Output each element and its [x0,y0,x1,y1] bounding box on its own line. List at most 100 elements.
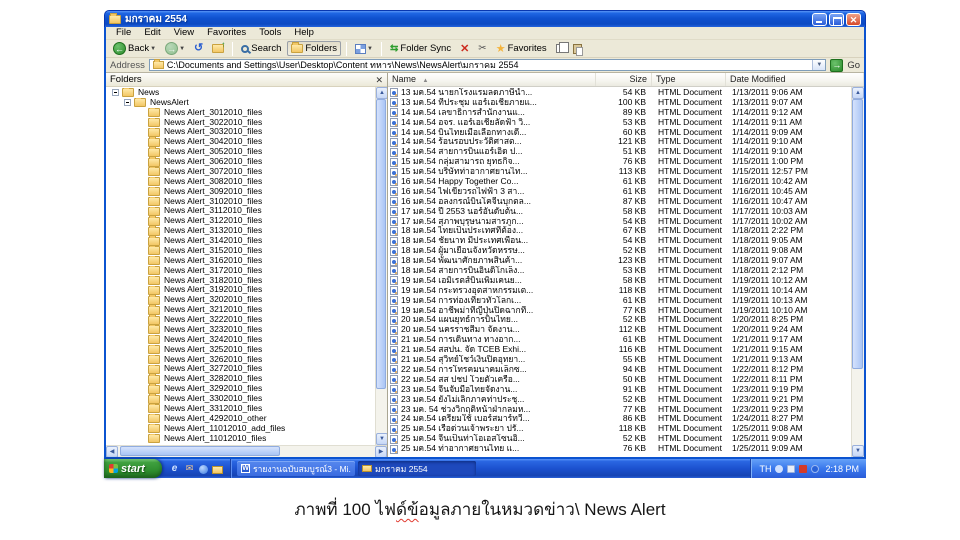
favorites-button[interactable]: ★ Favorites [493,41,550,56]
tree-item[interactable]: News Alert_3302010_files [106,394,375,404]
menu-item[interactable]: Tools [253,27,287,39]
tree-item[interactable]: News Alert_3112010_files [106,206,375,217]
tree-item[interactable]: News Alert_3122010_files [106,216,375,226]
outlook-mail-icon[interactable]: ✉ [184,463,195,474]
tree-item[interactable]: News Alert_3192010_files [106,285,375,296]
column-header-name[interactable]: Name ▲ [388,73,596,86]
tree-item[interactable]: News Alert_3132010_files [106,226,375,236]
tree-item[interactable]: News Alert_3052010_files [106,147,375,157]
scrollbar-thumb[interactable] [376,99,386,389]
network-icon[interactable] [787,464,796,473]
cut-button[interactable]: ✂ [475,42,489,55]
tree-item[interactable]: News Alert_3222010_files [106,315,375,325]
scrollbar-thumb[interactable] [852,99,863,369]
folder-sync-button[interactable]: ⇆ Folder Sync [387,42,454,55]
column-header-type[interactable]: Type [652,73,726,86]
search-button[interactable]: Search [238,42,284,55]
scroll-right-icon[interactable]: ▶ [375,446,387,457]
menu-item[interactable]: File [110,27,137,39]
tree-item[interactable]: News Alert_3292010_files [106,384,375,394]
paste-button[interactable] [570,43,585,56]
tree-item[interactable]: News Alert_3082010_files [106,176,375,187]
tree-item[interactable]: News Alert_3062010_files [106,157,375,167]
tree-item[interactable]: News Alert_3262010_files [106,354,375,365]
tree-vertical-scrollbar[interactable]: ▲ ▼ [375,87,387,445]
menu-item[interactable]: View [168,27,200,39]
internet-explorer-icon[interactable]: e [169,463,180,474]
tree-item[interactable]: News Alert_11012010_add_files [106,423,375,434]
antivirus-icon[interactable] [799,464,808,473]
tree-item[interactable]: News Alert_4292010_other [106,413,375,424]
taskbar-button-explorer[interactable]: มกราคม 2554 [358,461,476,476]
file-name: 23 มค.54 จีนจับมือไทยจัดงาน... [401,384,518,394]
forward-dropdown-icon[interactable]: ▼ [179,46,185,52]
menu-item[interactable]: Favorites [201,27,252,39]
go-button[interactable]: → [830,58,844,72]
tree-item[interactable]: News Alert_3172010_files [106,265,375,276]
scroll-up-icon[interactable]: ▲ [852,87,864,99]
scroll-left-icon[interactable]: ◀ [106,446,118,457]
tree-item[interactable]: News Alert_11012010_files [106,433,375,444]
tree-item[interactable]: News Alert_3232010_files [106,325,375,335]
tree-item[interactable]: News Alert_3252010_files [106,344,375,355]
copy-button[interactable] [553,42,569,54]
tree-horizontal-scrollbar[interactable]: ◀ ▶ [106,445,387,457]
tree-item[interactable]: News Alert_3012010_files [106,107,375,118]
scroll-up-icon[interactable]: ▲ [376,87,387,99]
scroll-down-icon[interactable]: ▼ [852,445,864,457]
list-vertical-scrollbar[interactable]: ▲ ▼ [851,87,864,457]
tree-item[interactable]: News Alert_3242010_files [106,334,375,345]
tree-item[interactable]: News Alert_3202010_files [106,295,375,305]
file-row[interactable]: 25 มค.54 ท่าอากาศยานไทย แ... 76 KB HTML … [388,443,851,454]
tree-item[interactable]: News Alert_3272010_files [106,364,375,375]
tree-item[interactable]: News Alert_3212010_files [106,305,375,315]
folder-icon [148,255,160,266]
folders-pane-close-icon[interactable]: ✕ [375,74,383,86]
tree-item[interactable]: News Alert_3042010_files [106,137,375,147]
back-button[interactable]: ← Back ▼ [110,41,159,56]
tree-item[interactable]: News Alert_3182010_files [106,275,375,286]
tree-expander-icon[interactable] [124,99,131,107]
close-button[interactable] [846,12,861,26]
tree-item[interactable]: News Alert_3092010_files [106,186,375,197]
tree-item[interactable]: News Alert_3312010_files [106,404,375,414]
back-dropdown-icon[interactable]: ▼ [150,46,156,52]
tree-item[interactable]: News Alert_3102010_files [106,196,375,207]
volume-icon[interactable] [775,464,784,473]
language-indicator[interactable]: TH [759,464,771,474]
tree-item[interactable]: NewsAlert [106,97,375,108]
html-file-icon [390,365,398,375]
tree-item[interactable]: News Alert_3142010_files [106,236,375,246]
restore-button[interactable] [829,12,844,26]
tree-expander-icon[interactable] [112,89,119,97]
messenger-icon[interactable] [811,464,820,473]
tree-item[interactable]: News [106,88,375,98]
views-button[interactable]: ▼ [352,43,376,55]
quick-launch-folder-icon[interactable] [212,465,223,474]
column-header-date-modified[interactable]: Date Modified [726,73,864,86]
folders-button[interactable]: Folders [287,41,342,56]
minimize-button[interactable] [812,12,827,26]
scroll-down-icon[interactable]: ▼ [376,433,387,445]
views-dropdown-icon[interactable]: ▼ [367,46,373,52]
address-dropdown-icon[interactable]: ▼ [812,60,826,70]
undo-button[interactable]: ↺ [191,41,206,56]
start-button[interactable]: start [104,459,162,478]
forward-button[interactable]: → ▼ [162,41,188,56]
tree-item[interactable]: News Alert_3032010_files [106,127,375,138]
tree-item[interactable]: News Alert_3162010_files [106,255,375,266]
up-button[interactable] [209,40,227,54]
address-input[interactable]: C:\Documents and Settings\User\Desktop\C… [148,59,827,71]
menu-item[interactable]: Help [288,27,320,39]
tree-item[interactable]: News Alert_3152010_files [106,246,375,256]
menu-item[interactable]: Edit [138,27,166,39]
taskbar-button-word-document[interactable]: W รายงานฉบับสมบูรณ์3 - Mi... [237,461,355,476]
tree-item[interactable]: News Alert_3072010_files [106,167,375,177]
delete-button[interactable]: ✕ [457,41,472,56]
titlebar[interactable]: มกราคม 2554 [104,10,866,27]
column-header-size[interactable]: Size [596,73,652,86]
tree-item[interactable]: News Alert_3022010_files [106,117,375,128]
tree-item[interactable]: News Alert_3282010_files [106,374,375,384]
browser-icon[interactable] [199,464,208,474]
scrollbar-thumb[interactable] [120,446,280,456]
